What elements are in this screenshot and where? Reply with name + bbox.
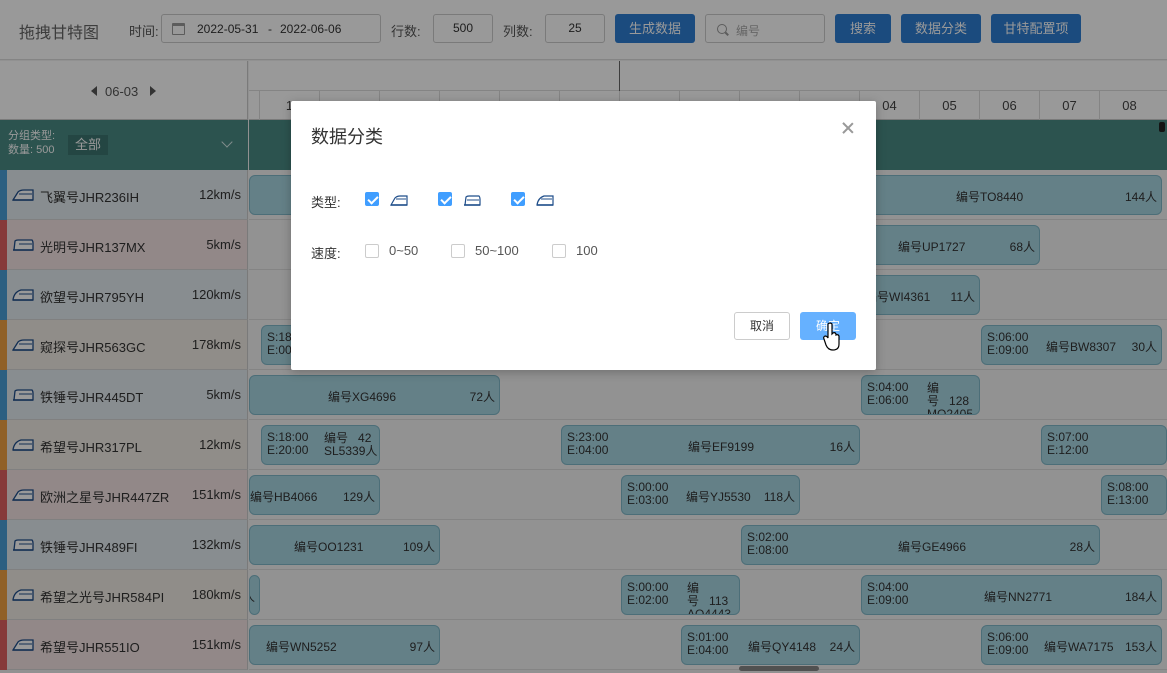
speed-option-2[interactable]: 50~100	[475, 243, 519, 258]
speed-checkbox-2[interactable]	[451, 244, 465, 258]
speed-checkbox-3[interactable]	[552, 244, 566, 258]
train-icon	[464, 195, 481, 206]
type-checkbox-1[interactable]	[365, 192, 379, 206]
speed-option-3[interactable]: 100	[576, 243, 598, 258]
type-checkbox-2[interactable]	[438, 192, 452, 206]
train-icon	[390, 195, 408, 206]
type-checkbox-3[interactable]	[511, 192, 525, 206]
dialog-title: 数据分类	[311, 127, 383, 147]
speed-checkbox-1[interactable]	[365, 244, 379, 258]
train-icon	[536, 195, 554, 206]
classify-dialog: 数据分类 类型: 速度: 0~50 50~100 100 取消 确定	[291, 101, 876, 370]
speed-option-1[interactable]: 0~50	[389, 243, 418, 258]
cancel-button[interactable]: 取消	[734, 312, 790, 340]
type-label: 类型:	[311, 195, 341, 210]
hand-cursor-icon	[823, 322, 840, 351]
close-icon[interactable]	[841, 121, 855, 135]
speed-label: 速度:	[311, 246, 341, 261]
